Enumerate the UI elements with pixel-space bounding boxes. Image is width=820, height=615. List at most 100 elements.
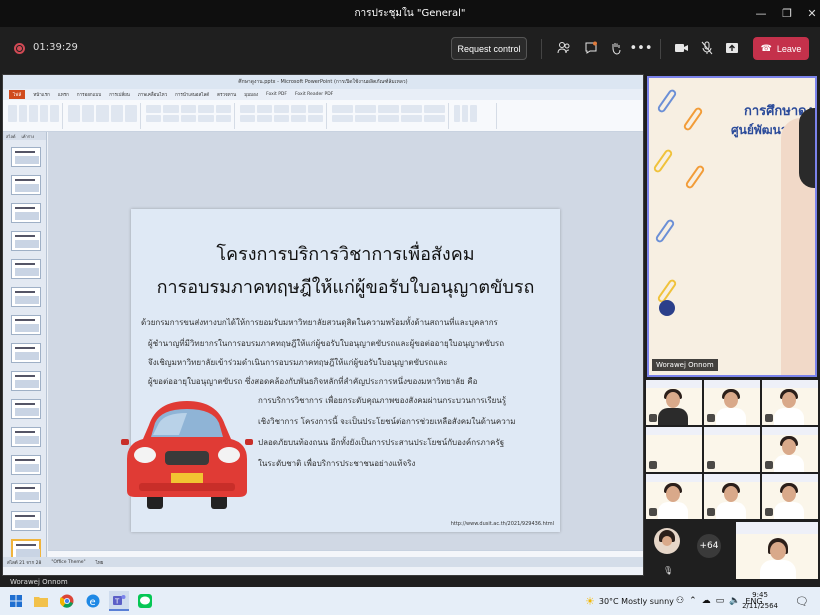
notifications-icon[interactable]: 🗨 xyxy=(794,593,810,609)
weather-widget[interactable]: ☀ 30°C Mostly sunny xyxy=(585,587,674,615)
sun-icon: ☀ xyxy=(585,594,595,608)
ppt-tab[interactable]: ภาพเคลื่อนไหว xyxy=(138,91,167,98)
request-control-button[interactable]: Request control xyxy=(451,37,527,60)
ppt-tab[interactable]: Foxit PDF xyxy=(266,92,287,97)
ppt-tab[interactable]: การนำเสนอสไลด์ xyxy=(175,91,209,98)
participant-tile[interactable] xyxy=(762,474,818,519)
slide-thumbnail[interactable] xyxy=(11,259,41,279)
line-icon[interactable] xyxy=(135,591,155,611)
participant-name: Worawej Onnom xyxy=(656,361,714,369)
ppt-tab[interactable]: การออกแบบ xyxy=(77,91,101,98)
mic-off-icon xyxy=(649,508,657,516)
slide-text-line: การบริการวิชาการ เพื่อยกระดับคุณภาพของสั… xyxy=(258,396,507,405)
main-camera-tile[interactable]: การศึกษาดูง ศูนย์พัฒนาทุนมน Worawej Onno… xyxy=(647,76,817,377)
people-tray-icon[interactable]: ⚇ xyxy=(676,596,684,606)
clock[interactable]: 9:45 2/11/2564 xyxy=(742,590,778,612)
leave-button[interactable]: ☎ Leave xyxy=(753,37,809,60)
paperclip-decoration xyxy=(682,106,704,132)
network-icon[interactable]: ▭ xyxy=(716,596,725,606)
ppt-tab[interactable]: การเปลี่ยน xyxy=(109,91,130,98)
raise-hand-icon[interactable] xyxy=(607,39,625,57)
thumbnail-tab-outline[interactable]: เค้าร่าง xyxy=(22,133,35,140)
ppt-ribbon-tabs: ไฟล์ หน้าแรก แทรก การออกแบบ การเปลี่ยน ภ… xyxy=(3,89,643,100)
recording-icon xyxy=(14,43,25,54)
slide-thumbnail[interactable] xyxy=(11,343,41,363)
people-icon[interactable] xyxy=(555,39,573,57)
status-language: ไทย xyxy=(95,560,104,566)
participant-tile[interactable] xyxy=(646,427,702,472)
onedrive-icon[interactable]: ☁ xyxy=(702,596,711,606)
edge-icon[interactable]: e xyxy=(83,591,103,611)
ppt-tab[interactable]: หน้าแรก xyxy=(33,91,50,98)
participants-panel: การศึกษาดูง ศูนย์พัฒนาทุนมน Worawej Onno… xyxy=(646,74,820,579)
mic-off-icon xyxy=(765,461,773,469)
paperclip-decoration xyxy=(684,164,706,190)
participant-tile[interactable] xyxy=(762,427,818,472)
chevron-up-icon[interactable]: ⌃ xyxy=(689,596,697,606)
slide-thumbnail[interactable] xyxy=(11,147,41,167)
start-icon[interactable] xyxy=(6,591,26,611)
car-illustration xyxy=(121,401,253,509)
slide-text-line: ด้วยกรมการขนส่งทางบกได้ให้การยอมรับมหาวิ… xyxy=(141,318,498,327)
ppt-tab[interactable]: ตรวจทาน xyxy=(217,91,236,98)
ppt-window-title: ศึกษาดูงาน.pptx - Microsoft PowerPoint (… xyxy=(3,75,643,89)
participant-tile[interactable] xyxy=(736,522,818,579)
participant-tile[interactable] xyxy=(646,474,702,519)
more-options-icon[interactable]: ••• xyxy=(630,39,653,57)
participant-avatar[interactable] xyxy=(654,528,680,554)
slide-thumbnail[interactable] xyxy=(11,175,41,195)
participant-tile[interactable] xyxy=(704,427,760,472)
slide-text-line: ผู้ขอต่ออายุใบอนุญาตขับรถ ซึ่งสอดคล้องกั… xyxy=(148,377,478,386)
slide: โครงการบริการวิชาการเพื่อสังคม การอบรมภา… xyxy=(121,209,560,532)
ppt-tab[interactable]: Foxit Reader PDF xyxy=(295,92,333,97)
slide-thumbnail[interactable] xyxy=(11,371,41,391)
svg-text:T: T xyxy=(114,598,120,606)
ribbon-group-slides xyxy=(65,103,141,129)
ribbon-group-paragraph xyxy=(237,103,327,129)
ribbon-group-editing xyxy=(451,103,497,129)
close-icon[interactable]: ✕ xyxy=(797,0,820,27)
slide-thumbnail[interactable] xyxy=(11,203,41,223)
slide-thumbnail[interactable] xyxy=(11,287,41,307)
chrome-icon[interactable] xyxy=(57,591,77,611)
slide-thumbnail[interactable] xyxy=(11,315,41,335)
slide-thumbnail[interactable] xyxy=(11,399,41,419)
paperclip-decoration xyxy=(656,88,678,114)
ppt-tab[interactable]: แทรก xyxy=(58,91,69,98)
participant-tile[interactable] xyxy=(646,380,702,425)
thumbnail-tab-slides[interactable]: สไลด์ xyxy=(6,133,16,140)
leave-label: Leave xyxy=(776,43,802,54)
paperclip-decoration xyxy=(654,218,676,244)
slide-thumbnail[interactable] xyxy=(11,427,41,447)
ppt-tab[interactable]: ไฟล์ xyxy=(9,90,26,99)
ribbon-group-clipboard xyxy=(5,103,63,129)
more-participants-badge[interactable]: +64 xyxy=(697,534,721,558)
participant-tile[interactable] xyxy=(704,474,760,519)
share-icon[interactable] xyxy=(723,39,741,57)
slide-text-line: ปลอดภัยบนท้องถนน อีกทั้งยังเป็นการประสาน… xyxy=(258,438,505,447)
slide-thumbnail[interactable] xyxy=(11,455,41,475)
participant-tile[interactable] xyxy=(762,380,818,425)
slide-thumbnail[interactable] xyxy=(11,511,41,531)
slide-thumbnail-selected[interactable] xyxy=(11,539,41,559)
clock-time: 9:45 xyxy=(752,591,768,599)
windows-taskbar: e T ☀ 30°C Mostly sunny ⚇ ⌃ ☁ ▭ 🔈 ENG 9:… xyxy=(0,587,820,615)
ribbon-group-drawing xyxy=(329,103,449,129)
chat-icon[interactable] xyxy=(582,39,600,57)
paperclip-decoration xyxy=(652,148,674,174)
teams-icon[interactable]: T xyxy=(109,591,129,611)
window-title: การประชุมใน "General" xyxy=(354,8,466,19)
volume-icon[interactable]: 🔈 xyxy=(729,596,740,606)
window-titlebar: การประชุมใน "General" — ❐ ✕ xyxy=(0,0,820,27)
shared-screen: ศึกษาดูงาน.pptx - Microsoft PowerPoint (… xyxy=(2,74,644,576)
presenter-name: Worawej Onnom xyxy=(2,578,644,587)
participant-tile[interactable] xyxy=(704,380,760,425)
ppt-tab[interactable]: มุมมอง xyxy=(244,91,258,98)
slide-thumbnail[interactable] xyxy=(11,483,41,503)
file-explorer-icon[interactable] xyxy=(31,591,51,611)
mic-off-icon[interactable] xyxy=(698,39,716,57)
ppt-ribbon xyxy=(3,100,643,132)
status-slide-count: สไลด์ 21 จาก 28 xyxy=(7,560,42,566)
slide-thumbnail[interactable] xyxy=(11,231,41,251)
camera-icon[interactable] xyxy=(672,39,690,57)
